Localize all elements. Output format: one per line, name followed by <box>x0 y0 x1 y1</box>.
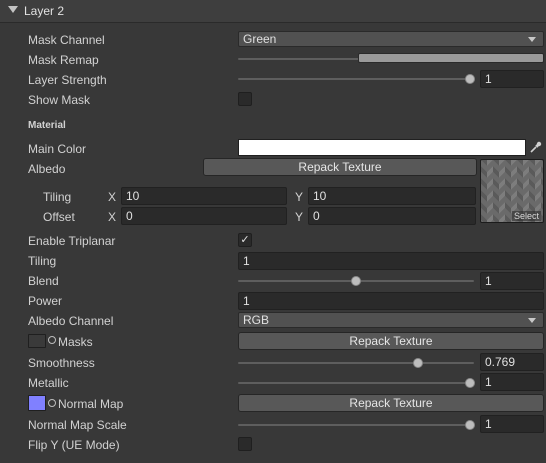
tiling-y-label: Y <box>295 190 304 204</box>
checkmark-icon: ✓ <box>240 234 250 246</box>
eyedropper-icon[interactable] <box>529 140 543 154</box>
metallic-knob[interactable] <box>465 378 475 388</box>
albedo-channel-value: RGB <box>243 313 270 327</box>
object-picker-icon[interactable] <box>48 399 56 407</box>
mask-remap-track[interactable] <box>238 58 360 60</box>
tiling-y-field[interactable]: 10 <box>308 187 476 205</box>
flip-y-checkbox[interactable] <box>238 437 252 451</box>
smoothness-track[interactable] <box>238 362 474 364</box>
normal-map-label: Normal Map <box>58 397 124 411</box>
albedo-channel-dropdown[interactable]: RGB <box>238 312 544 328</box>
offset-y-field[interactable]: 0 <box>308 207 476 225</box>
main-color-field[interactable] <box>238 139 526 156</box>
metallic-track[interactable] <box>238 382 474 384</box>
offset-x-label: X <box>108 210 117 224</box>
metallic-field[interactable]: 1 <box>480 373 544 391</box>
normal-map-texture-slot[interactable] <box>28 395 46 411</box>
layer-strength-label: Layer Strength <box>28 73 107 87</box>
albedo-repack-button[interactable]: Repack Texture <box>203 158 477 176</box>
layer-title: Layer 2 <box>24 4 65 18</box>
normal-scale-knob[interactable] <box>465 420 475 430</box>
albedo-channel-label: Albedo Channel <box>28 314 114 328</box>
layer-strength-knob[interactable] <box>465 74 475 84</box>
material-section-label: Material <box>28 120 66 131</box>
normal-scale-field[interactable]: 1 <box>480 415 544 433</box>
mask-channel-dropdown[interactable]: Green <box>238 31 544 47</box>
metallic-label: Metallic <box>28 376 69 390</box>
tiling-field[interactable]: 1 <box>238 252 544 270</box>
tiling-label: Tiling <box>28 254 57 268</box>
mask-channel-label: Mask Channel <box>28 33 105 47</box>
tiling-x-label: X <box>108 190 117 204</box>
triplanar-checkbox[interactable]: ✓ <box>238 233 252 247</box>
albedo-texture-thumbnail[interactable]: Select <box>480 159 544 223</box>
normal-scale-track[interactable] <box>238 424 474 426</box>
mask-channel-value: Green <box>243 32 277 46</box>
power-field[interactable]: 1 <box>238 292 544 310</box>
object-picker-icon[interactable] <box>48 336 56 344</box>
blend-field[interactable]: 1 <box>480 272 544 290</box>
albedo-offset-label: Offset <box>43 210 75 224</box>
albedo-tiling-label: Tiling <box>43 190 72 204</box>
mask-remap-label: Mask Remap <box>28 53 99 67</box>
blend-label: Blend <box>28 274 59 288</box>
blend-knob[interactable] <box>351 276 361 286</box>
layer-strength-field[interactable]: 1 <box>480 70 544 88</box>
smoothness-knob[interactable] <box>413 358 423 368</box>
flip-y-label: Flip Y (UE Mode) <box>28 438 120 452</box>
foldout-triangle-icon[interactable] <box>8 6 18 13</box>
masks-repack-button[interactable]: Repack Texture <box>238 332 544 350</box>
layer-foldout-header[interactable]: Layer 2 <box>0 0 546 23</box>
masks-texture-slot[interactable] <box>28 334 46 348</box>
offset-y-label: Y <box>295 210 304 224</box>
show-mask-checkbox[interactable] <box>238 92 252 106</box>
triplanar-label: Enable Triplanar <box>28 234 116 248</box>
normal-map-repack-button[interactable]: Repack Texture <box>238 394 544 412</box>
offset-x-field[interactable]: 0 <box>121 207 287 225</box>
show-mask-label: Show Mask <box>28 93 91 107</box>
normal-scale-label: Normal Map Scale <box>28 418 127 432</box>
main-color-label: Main Color <box>28 142 87 156</box>
smoothness-field[interactable]: 0.769 <box>480 353 544 371</box>
layer-strength-track[interactable] <box>238 78 474 80</box>
masks-label: Masks <box>58 335 93 349</box>
smoothness-label: Smoothness <box>28 356 95 370</box>
power-label: Power <box>28 294 63 308</box>
chevron-down-icon <box>528 318 536 323</box>
texture-select-label[interactable]: Select <box>511 211 541 221</box>
tiling-x-field[interactable]: 10 <box>121 187 287 205</box>
chevron-down-icon <box>528 37 536 42</box>
mask-remap-range-handle[interactable] <box>358 53 544 63</box>
albedo-label: Albedo <box>28 162 66 176</box>
